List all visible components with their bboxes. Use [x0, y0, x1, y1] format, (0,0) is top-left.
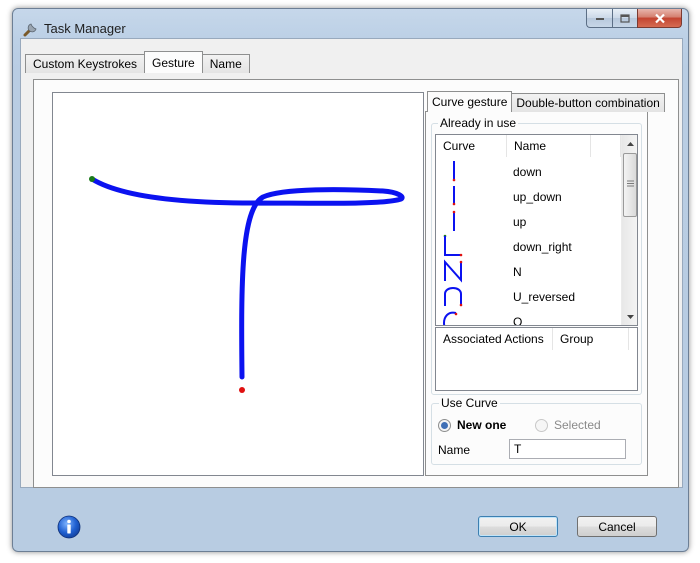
tab-name[interactable]: Name [201, 54, 250, 73]
main-tabs: Custom Keystrokes Gesture Name [25, 51, 250, 73]
tab-label: Double-button combination [516, 96, 660, 110]
column-header-curve[interactable]: Curve [436, 135, 507, 157]
gesture-name: U_reversed [513, 289, 576, 304]
name-field-label: Name [438, 443, 471, 457]
scroll-up-icon[interactable] [622, 135, 637, 152]
radio-label: Selected [554, 418, 601, 432]
curves-list-scrollbar[interactable] [621, 135, 637, 325]
cancel-button[interactable]: Cancel [577, 516, 657, 537]
radio-selected[interactable]: Selected [535, 418, 601, 432]
start-point [89, 176, 95, 182]
caption-buttons [586, 9, 682, 28]
column-header-associated-actions[interactable]: Associated Actions [436, 328, 553, 350]
scroll-down-icon[interactable] [622, 308, 637, 325]
list-item[interactable]: up [436, 209, 526, 234]
column-header-name[interactable]: Name [507, 135, 591, 157]
tab-label: Custom Keystrokes [33, 57, 138, 71]
list-item[interactable]: up_down [436, 184, 562, 209]
curves-list[interactable]: Curve Name down up_down up down_right N [435, 134, 638, 326]
close-icon [654, 13, 665, 23]
ok-button[interactable]: OK [478, 516, 558, 537]
column-header-blank [591, 135, 621, 157]
maximize-button[interactable] [612, 9, 637, 28]
maximize-icon [620, 13, 630, 23]
curve-thumbnail [436, 184, 506, 209]
radio-label: New one [457, 418, 507, 432]
tab-label: Name [209, 57, 242, 71]
curve-thumbnail [436, 284, 506, 309]
tab-label: Curve gesture [432, 95, 508, 109]
minimize-button[interactable] [586, 9, 612, 28]
list-item[interactable]: U_reversed [436, 284, 575, 309]
column-header-group[interactable]: Group [553, 328, 629, 350]
tab-curve-gesture[interactable]: Curve gesture [427, 91, 513, 112]
curve-thumbnail [436, 209, 506, 234]
close-button[interactable] [637, 9, 682, 28]
gesture-name: up_down [513, 189, 562, 204]
gesture-drawing-canvas[interactable] [52, 92, 424, 476]
tab-double-button-combination[interactable]: Double-button combination [511, 93, 665, 112]
curves-list-header: Curve Name [436, 135, 621, 157]
curve-thumbnail [436, 234, 506, 259]
list-item[interactable]: down [436, 159, 542, 184]
info-icon[interactable] [57, 515, 81, 539]
radio-button[interactable] [535, 418, 548, 432]
use-curve-label: Use Curve [439, 396, 500, 410]
window-title: Task Manager [44, 21, 126, 36]
list-item[interactable]: down_right [436, 234, 572, 259]
tab-gesture[interactable]: Gesture [144, 51, 203, 73]
gesture-name: down [513, 164, 542, 179]
tab-label: Gesture [152, 55, 195, 70]
associated-actions-list[interactable]: Associated Actions Group [435, 327, 638, 391]
name-input[interactable]: T [509, 439, 626, 459]
list-item[interactable]: O [436, 309, 523, 326]
curve-thumbnail [436, 259, 506, 284]
minimize-icon [595, 18, 604, 20]
gesture-name: down_right [513, 239, 572, 254]
gesture-name: O [513, 314, 523, 326]
actions-list-header: Associated Actions Group [436, 328, 629, 350]
curve-thumbnail [436, 309, 506, 325]
gesture-name: N [513, 264, 522, 279]
gesture-stroke [89, 176, 405, 393]
curve-thumbnail [436, 159, 506, 184]
name-input-value: T [514, 442, 522, 456]
radio-button[interactable] [438, 418, 451, 432]
radio-selected-dot [441, 421, 448, 429]
wrench-icon [23, 23, 37, 37]
tab-custom-keystrokes[interactable]: Custom Keystrokes [25, 54, 146, 73]
list-item[interactable]: N [436, 259, 522, 284]
radio-new-one[interactable]: New one [438, 418, 506, 432]
gesture-type-tabs: Curve gesture Double-button combination [427, 91, 665, 112]
gesture-name: up [513, 214, 527, 229]
already-in-use-label: Already in use [438, 116, 519, 130]
scrollbar-thumb[interactable] [623, 153, 637, 217]
end-point [239, 387, 245, 393]
